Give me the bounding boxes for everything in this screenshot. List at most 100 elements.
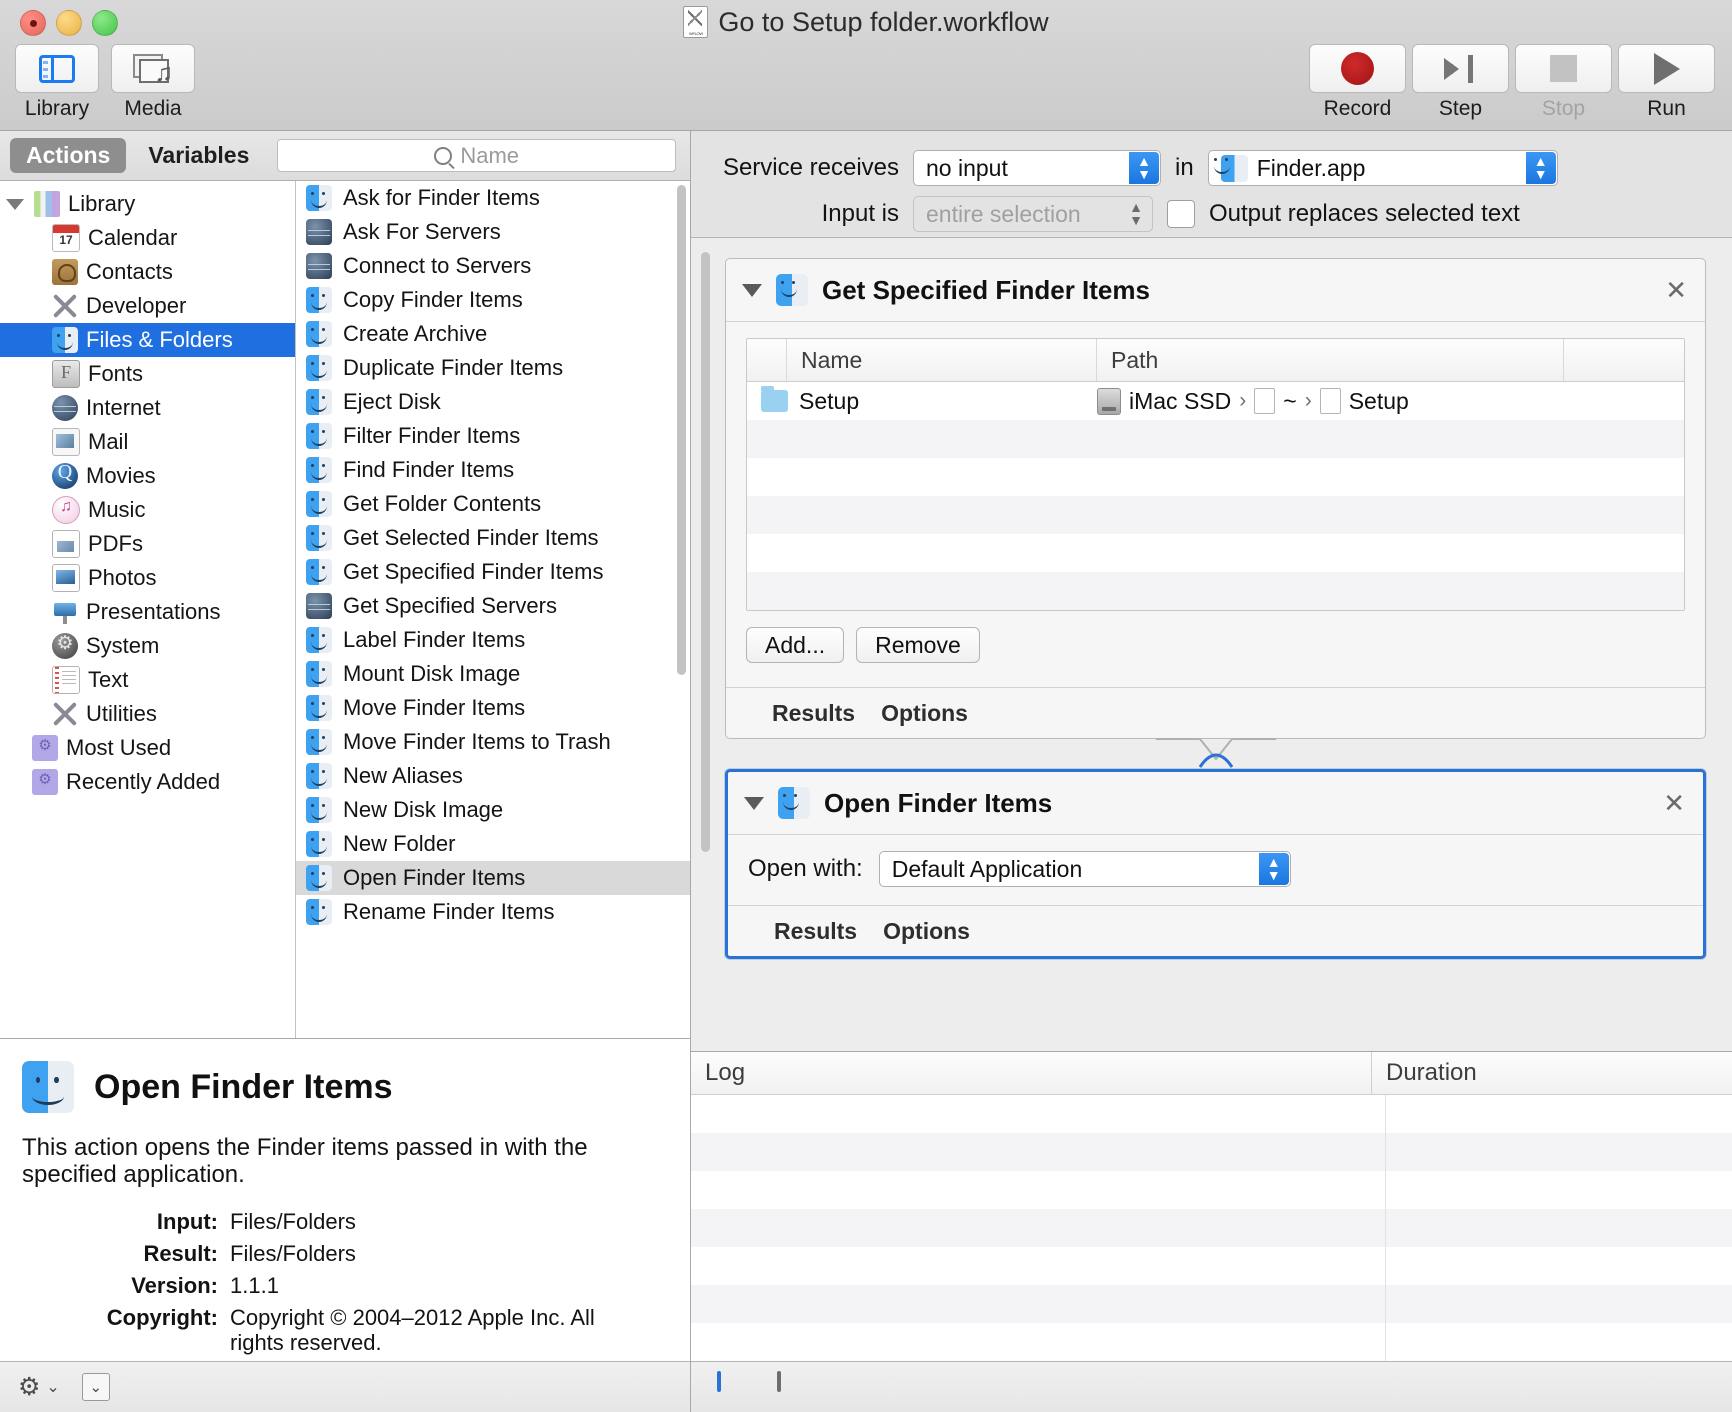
close-icon[interactable]: ✕: [1663, 790, 1685, 816]
action-row[interactable]: Get Specified Finder Items: [296, 555, 690, 589]
input-is-select[interactable]: entire selection ▲ ▼: [913, 196, 1153, 232]
category-row-fonts[interactable]: Fonts: [0, 357, 295, 391]
action-row[interactable]: New Disk Image: [296, 793, 690, 827]
disclosure-triangle-icon[interactable]: [742, 283, 762, 297]
remove-button[interactable]: Remove: [856, 627, 980, 663]
finder-items-table[interactable]: Name Path Setup iMac SSD › ~ › Setup: [746, 338, 1685, 611]
action-row[interactable]: Get Selected Finder Items: [296, 521, 690, 555]
category-row-movies[interactable]: Movies: [0, 459, 295, 493]
action-row[interactable]: New Aliases: [296, 759, 690, 793]
stepper-icon[interactable]: ▲ ▼: [1525, 152, 1556, 184]
output-replaces-checkbox[interactable]: [1167, 200, 1195, 228]
action-row-open-finder-items[interactable]: Open Finder Items: [296, 861, 690, 895]
action-row[interactable]: Create Archive: [296, 317, 690, 351]
category-row-files-and-folders[interactable]: Files & Folders: [0, 323, 295, 357]
action-list-scrollbar[interactable]: [675, 185, 688, 755]
category-row-contacts[interactable]: Contacts: [0, 255, 295, 289]
stop-button[interactable]: Stop: [1514, 44, 1613, 121]
list-view-icon[interactable]: [717, 1371, 751, 1401]
run-button[interactable]: Run: [1617, 44, 1716, 121]
options-tab[interactable]: Options: [881, 700, 968, 727]
category-row-recently-added[interactable]: Recently Added: [0, 765, 295, 799]
action-row[interactable]: Rename Finder Items: [296, 895, 690, 929]
action-row[interactable]: Connect to Servers: [296, 249, 690, 283]
library-toolbar-button[interactable]: Library: [14, 44, 100, 121]
action-row[interactable]: Ask for Finder Items: [296, 181, 690, 215]
action-row[interactable]: Move Finder Items: [296, 691, 690, 725]
split-view-icon[interactable]: [777, 1371, 811, 1401]
action-row[interactable]: Get Specified Servers: [296, 589, 690, 623]
zoom-window-button[interactable]: [92, 10, 118, 36]
category-row-most-used[interactable]: Most Used: [0, 731, 295, 765]
action-row[interactable]: Copy Finder Items: [296, 283, 690, 317]
action-label: Duplicate Finder Items: [343, 355, 564, 380]
tab-variables[interactable]: Variables: [132, 138, 265, 173]
action-label: Get Folder Contents: [343, 491, 542, 516]
finder-icon: [306, 185, 332, 211]
category-row-developer[interactable]: Developer: [0, 289, 295, 323]
workflow-canvas[interactable]: Get Specified Finder Items ✕ Name Path S…: [691, 238, 1732, 1051]
column-header-path[interactable]: Path: [1097, 339, 1564, 381]
category-row-system[interactable]: System: [0, 629, 295, 663]
category-label: Recently Added: [66, 769, 221, 794]
log-rows[interactable]: [691, 1095, 1732, 1361]
close-icon[interactable]: ✕: [1665, 277, 1687, 303]
action-row[interactable]: Label Finder Items: [296, 623, 690, 657]
action-list[interactable]: Ask for Finder Items Ask For Servers Con…: [296, 181, 690, 1038]
close-window-button[interactable]: [20, 10, 46, 36]
options-tab[interactable]: Options: [883, 918, 970, 945]
action-row[interactable]: Duplicate Finder Items: [296, 351, 690, 385]
workflow-action-get-specified-finder-items[interactable]: Get Specified Finder Items ✕ Name Path S…: [725, 258, 1706, 739]
action-row[interactable]: Eject Disk: [296, 385, 690, 419]
category-row-presentations[interactable]: Presentations: [0, 595, 295, 629]
media-toolbar-button[interactable]: ♫ Media: [110, 44, 196, 121]
action-row[interactable]: Filter Finder Items: [296, 419, 690, 453]
category-row-calendar[interactable]: Calendar: [0, 221, 295, 255]
record-button[interactable]: Record: [1308, 44, 1407, 121]
tab-actions[interactable]: Actions: [10, 138, 127, 173]
step-button[interactable]: Step: [1411, 44, 1510, 121]
record-icon: [1341, 52, 1374, 85]
results-tab[interactable]: Results: [774, 918, 857, 945]
duration-column-header[interactable]: Duration: [1372, 1059, 1732, 1087]
canvas-scrollbar[interactable]: [699, 252, 712, 952]
stepper-icon[interactable]: ▲ ▼: [1121, 198, 1151, 230]
action-label: Create Archive: [343, 321, 488, 346]
column-header-name[interactable]: Name: [787, 339, 1097, 381]
service-receives-select[interactable]: no input ▲ ▼: [913, 150, 1161, 186]
category-row-mail[interactable]: Mail: [0, 425, 295, 459]
workflow-action-open-finder-items[interactable]: Open Finder Items ✕ Open with: Default A…: [725, 769, 1706, 959]
action-row[interactable]: Mount Disk Image: [296, 657, 690, 691]
toggle-description-button[interactable]: ⌄: [81, 1373, 110, 1401]
info-metadata: Input: Files/Folders Result: Files/Folde…: [22, 1209, 664, 1356]
scrollbar-thumb[interactable]: [701, 252, 710, 852]
open-with-select[interactable]: Default Application ▲ ▼: [878, 851, 1291, 887]
gear-menu-button[interactable]: ⚙ ⌄: [18, 1374, 60, 1400]
category-row-library[interactable]: Library: [0, 187, 295, 221]
category-list[interactable]: Library Calendar Contacts Developer: [0, 181, 296, 1038]
category-row-music[interactable]: Music: [0, 493, 295, 527]
results-tab[interactable]: Results: [772, 700, 855, 727]
action-row[interactable]: New Folder: [296, 827, 690, 861]
minimize-window-button[interactable]: [56, 10, 82, 36]
search-input[interactable]: Name: [277, 139, 676, 172]
action-row[interactable]: Get Folder Contents: [296, 487, 690, 521]
disclosure-triangle-icon[interactable]: [744, 796, 764, 810]
category-row-photos[interactable]: Photos: [0, 561, 295, 595]
add-button[interactable]: Add...: [746, 627, 845, 663]
scrollbar-thumb[interactable]: [677, 185, 686, 675]
category-row-utilities[interactable]: Utilities: [0, 697, 295, 731]
category-row-pdfs[interactable]: PDFs: [0, 527, 295, 561]
chevron-down-icon[interactable]: [6, 198, 24, 210]
stepper-icon[interactable]: ▲ ▼: [1129, 152, 1159, 184]
category-row-internet[interactable]: Internet: [0, 391, 295, 425]
stepper-icon[interactable]: ▲ ▼: [1258, 853, 1289, 885]
service-app-select[interactable]: Finder.app ▲ ▼: [1207, 150, 1558, 186]
action-row[interactable]: Find Finder Items: [296, 453, 690, 487]
keynote-icon: [52, 599, 78, 625]
category-row-text[interactable]: Text: [0, 663, 295, 697]
action-row[interactable]: Move Finder Items to Trash: [296, 725, 690, 759]
action-row[interactable]: Ask For Servers: [296, 215, 690, 249]
log-column-header[interactable]: Log: [691, 1052, 1372, 1094]
table-row[interactable]: Setup iMac SSD › ~ › Setup: [747, 382, 1684, 420]
